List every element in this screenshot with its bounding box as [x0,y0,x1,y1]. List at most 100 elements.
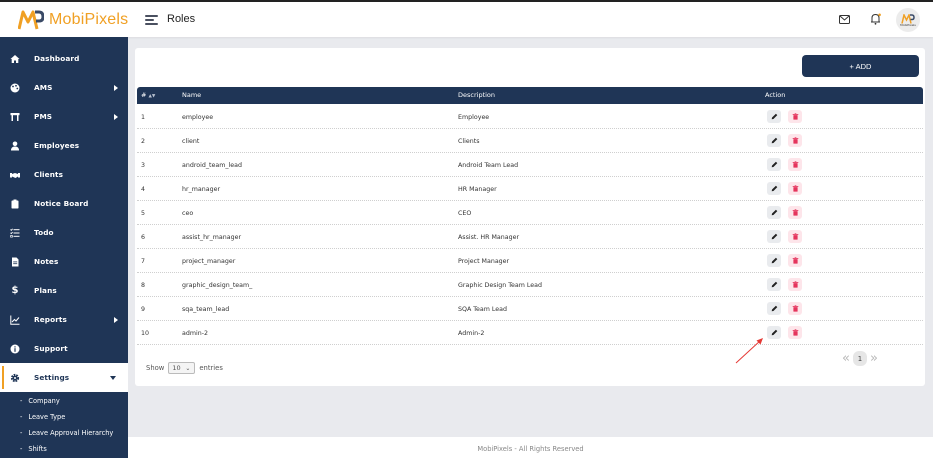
table-row: 4 hr_manager HR Manager [137,177,923,201]
logo-text: MobiPixels [49,11,129,28]
sidebar: Dashboard AMS PMS Employees Clients Noti… [0,37,128,458]
sidebar-subitem-shifts[interactable]: - Shifts [20,445,47,453]
handshake-icon [10,172,20,178]
top-bar: MobiPixels Roles MobiPixels [0,0,933,37]
logo[interactable]: MobiPixels [18,9,128,31]
palette-icon [10,83,20,92]
sidebar-item-notes[interactable]: Notes [0,247,128,276]
page-title: Roles [167,13,196,25]
delete-button[interactable] [788,110,802,123]
clipboard-icon [11,199,19,208]
trash-icon [792,185,798,192]
sidebar-item-label: Reports [34,315,67,324]
edit-button[interactable] [767,326,781,339]
edit-button[interactable] [767,110,781,123]
delete-button[interactable] [788,134,802,147]
role-name: ceo [182,210,194,217]
delete-button[interactable] [788,206,802,219]
column-header-name[interactable]: Name [182,91,201,99]
sidebar-item-label: PMS [34,112,53,121]
sidebar-item-settings[interactable]: Settings [0,363,128,392]
sidebar-item-label: Plans [34,286,57,295]
sidebar-item-label: Notes [34,257,59,266]
edit-button[interactable] [767,182,781,195]
role-name: graphic_design_team_ [182,282,253,289]
page-button-current[interactable]: 1 [852,351,867,366]
pencil-icon [771,209,777,216]
sidebar-item-plans[interactable]: $ Plans [0,276,128,305]
row-number: 3 [141,162,146,169]
role-description: Clients [458,138,480,145]
sidebar-subitem-leave-approval-hierarchy[interactable]: - Leave Approval Hierarchy [20,429,113,437]
edit-button[interactable] [767,206,781,219]
edit-button[interactable] [767,230,781,243]
column-header-description[interactable]: Description [458,91,495,99]
trash-icon [792,113,798,120]
sidebar-item-label: Dashboard [34,54,80,63]
edit-button[interactable] [767,254,781,267]
edit-button[interactable] [767,158,781,171]
edit-button[interactable] [767,134,781,147]
delete-button[interactable] [788,278,802,291]
table-row: 7 project_manager Project Manager [137,249,923,273]
entries-select[interactable]: 10 ⌄ [168,362,196,374]
sidebar-item-label: Employees [34,141,80,150]
footer-text: MobiPixels - All Rights Reserved [477,445,584,453]
delete-button[interactable] [788,230,802,243]
sidebar-item-label: Settings [34,373,70,382]
delete-button[interactable] [788,182,802,195]
role-name: admin-2 [182,330,209,337]
edit-button[interactable] [767,302,781,315]
sidebar-item-ams[interactable]: AMS [0,73,128,102]
sidebar-item-clients[interactable]: Clients [0,160,128,189]
tools-icon [10,112,20,121]
entries-label: entries [199,364,223,372]
trash-icon [792,305,798,312]
first-page-button[interactable]: « [842,351,850,366]
role-description: Graphic Design Team Lead [458,282,543,289]
sidebar-item-label: AMS [34,83,53,92]
role-description: Project Manager [458,258,510,265]
delete-button[interactable] [788,158,802,171]
chevron-right-icon [114,84,118,91]
sidebar-item-reports[interactable]: Reports [0,305,128,334]
sidebar-subitem-company[interactable]: - Company [20,397,60,405]
row-number: 7 [141,258,146,265]
avatar[interactable]: MobiPixels [896,8,920,32]
table-row: 2 client Clients [137,129,923,153]
mail-icon[interactable] [839,15,850,24]
sidebar-item-employees[interactable]: Employees [0,131,128,160]
role-name: assist_hr_manager [182,234,242,241]
row-number: 9 [141,306,146,313]
last-page-button[interactable]: » [870,351,878,366]
sidebar-item-pms[interactable]: PMS [0,102,128,131]
delete-button[interactable] [788,254,802,267]
row-number: 4 [141,186,146,193]
role-name: project_manager [182,258,236,265]
hamburger-menu-icon[interactable] [145,15,158,25]
avatar-caption: MobiPixels [900,22,916,27]
bell-icon[interactable] [870,13,881,25]
delete-button[interactable] [788,326,802,339]
trash-icon [792,209,798,216]
trash-icon [792,137,798,144]
column-header-number[interactable]: # ▲▼ [141,91,155,99]
pencil-icon [771,305,777,312]
chevron-right-icon [114,113,118,120]
home-icon [10,54,20,63]
add-button[interactable]: + ADD [802,55,919,77]
edit-button[interactable] [767,278,781,291]
pencil-icon [771,137,777,144]
logo-mark-icon [18,10,44,30]
row-number: 8 [141,282,146,289]
sidebar-item-todo[interactable]: Todo [0,218,128,247]
sidebar-item-notice-board[interactable]: Notice Board [0,189,128,218]
sidebar-item-dashboard[interactable]: Dashboard [0,44,128,73]
chevron-down-icon [110,375,116,380]
sidebar-item-label: Clients [34,170,64,179]
sidebar-item-support[interactable]: Support [0,334,128,363]
delete-button[interactable] [788,302,802,315]
sidebar-subitem-leave-type[interactable]: - Leave Type [20,413,65,421]
note-icon [12,257,19,266]
trash-icon [792,161,798,168]
